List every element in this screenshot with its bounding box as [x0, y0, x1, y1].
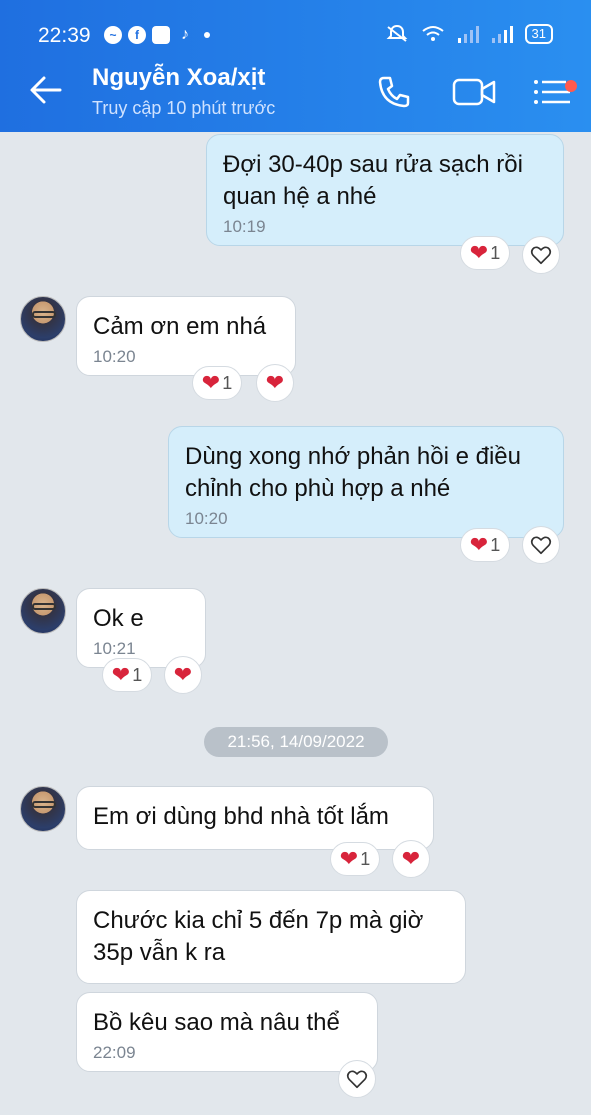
status-bar: 22:39 ~ f ♪ 31 — [0, 0, 591, 52]
reaction-summary[interactable]: ❤ 1 — [460, 236, 510, 270]
mute-icon — [386, 24, 407, 42]
back-arrow-icon[interactable] — [28, 72, 64, 108]
reaction-summary[interactable]: ❤ 1 — [102, 658, 152, 692]
message-bubble-outgoing[interactable]: Đợi 30-40p sau rửa sạch rồi quan hệ a nh… — [206, 134, 564, 246]
status-time: 22:39 — [38, 24, 91, 47]
message-time: 10:20 — [185, 509, 228, 528]
message-text: Dùng xong nhớ phản hồi e điều chỉnh cho … — [185, 443, 521, 502]
reaction-count: 1 — [490, 534, 501, 555]
reaction-count: 1 — [490, 242, 501, 263]
video-camera-icon[interactable] — [452, 76, 496, 108]
signal-icon — [457, 26, 479, 43]
heart-icon: ❤ — [111, 662, 131, 687]
reaction-summary[interactable]: ❤ 1 — [330, 842, 380, 876]
message-bubble-incoming[interactable]: Chước kia chỉ 5 đến 7p mà giờ 35p vẫn k … — [76, 890, 466, 984]
message-text: Chước kia chỉ 5 đến 7p mà giờ 35p vẫn k … — [93, 907, 424, 966]
battery-indicator: 31 — [524, 24, 553, 44]
heart-icon: ❤ — [469, 240, 489, 265]
message-bubble-incoming[interactable]: Cảm ơn em nhá 10:20 — [76, 296, 296, 376]
message-text: Em ơi dùng bhd nhà tốt lắm — [93, 803, 389, 830]
message-bubble-incoming[interactable]: Em ơi dùng bhd nhà tốt lắm — [76, 786, 434, 850]
menu-list-icon[interactable] — [532, 74, 572, 110]
heart-icon: ❤ — [339, 846, 359, 871]
heart-outline-icon — [346, 1070, 368, 1089]
system-icons: 31 — [385, 24, 553, 44]
message-time: 10:20 — [93, 347, 136, 366]
message-text: Cảm ơn em nhá — [93, 313, 267, 340]
reaction-count: 1 — [132, 664, 143, 685]
message-bubble-outgoing[interactable]: Dùng xong nhớ phản hồi e điều chỉnh cho … — [168, 426, 564, 538]
notification-badge — [565, 80, 577, 92]
contact-avatar[interactable] — [20, 588, 66, 634]
messenger-icon: ~ — [104, 26, 122, 44]
contact-name[interactable]: Nguyễn Xoa/xịt — [92, 64, 265, 92]
reaction-count: 1 — [360, 848, 371, 869]
message-text: Ok e — [93, 605, 144, 632]
signal-icon — [491, 26, 513, 43]
more-notifications-icon — [204, 32, 210, 38]
react-button[interactable]: ❤ — [256, 364, 294, 402]
heart-icon: ❤ — [265, 370, 285, 395]
reaction-summary[interactable]: ❤ 1 — [192, 366, 242, 400]
message-time: 10:19 — [223, 217, 266, 236]
heart-outline-icon — [530, 536, 552, 555]
react-button[interactable] — [522, 236, 560, 274]
date-divider: 21:56, 14/09/2022 — [204, 727, 388, 757]
react-button[interactable] — [338, 1060, 376, 1098]
reaction-summary[interactable]: ❤ 1 — [460, 528, 510, 562]
reaction-count: 1 — [222, 372, 233, 393]
message-time: 22:09 — [93, 1043, 136, 1062]
chat-header: Nguyễn Xoa/xịt Truy cập 10 phút trước — [0, 52, 591, 132]
last-seen-status: Truy cập 10 phút trước — [92, 98, 276, 118]
heart-icon: ❤ — [401, 846, 421, 871]
heart-icon: ❤ — [173, 662, 193, 687]
heart-icon: ❤ — [201, 370, 221, 395]
wifi-icon — [421, 26, 444, 41]
react-button[interactable]: ❤ — [392, 840, 430, 878]
message-time: 10:21 — [93, 639, 136, 658]
notification-icons: ~ f ♪ — [104, 26, 210, 44]
contact-avatar[interactable] — [20, 296, 66, 342]
app-icon — [152, 26, 170, 44]
heart-outline-icon — [530, 246, 552, 265]
contact-avatar[interactable] — [20, 786, 66, 832]
facebook-icon: f — [128, 26, 146, 44]
tiktok-icon: ♪ — [181, 26, 189, 43]
message-text: Đợi 30-40p sau rửa sạch rồi quan hệ a nh… — [223, 151, 523, 210]
heart-icon: ❤ — [469, 532, 489, 557]
message-text: Bồ kêu sao mà nâu thể — [93, 1009, 340, 1036]
react-button[interactable] — [522, 526, 560, 564]
message-bubble-incoming[interactable]: Bồ kêu sao mà nâu thể 22:09 — [76, 992, 378, 1072]
react-button[interactable]: ❤ — [164, 656, 202, 694]
phone-icon[interactable] — [376, 74, 412, 110]
